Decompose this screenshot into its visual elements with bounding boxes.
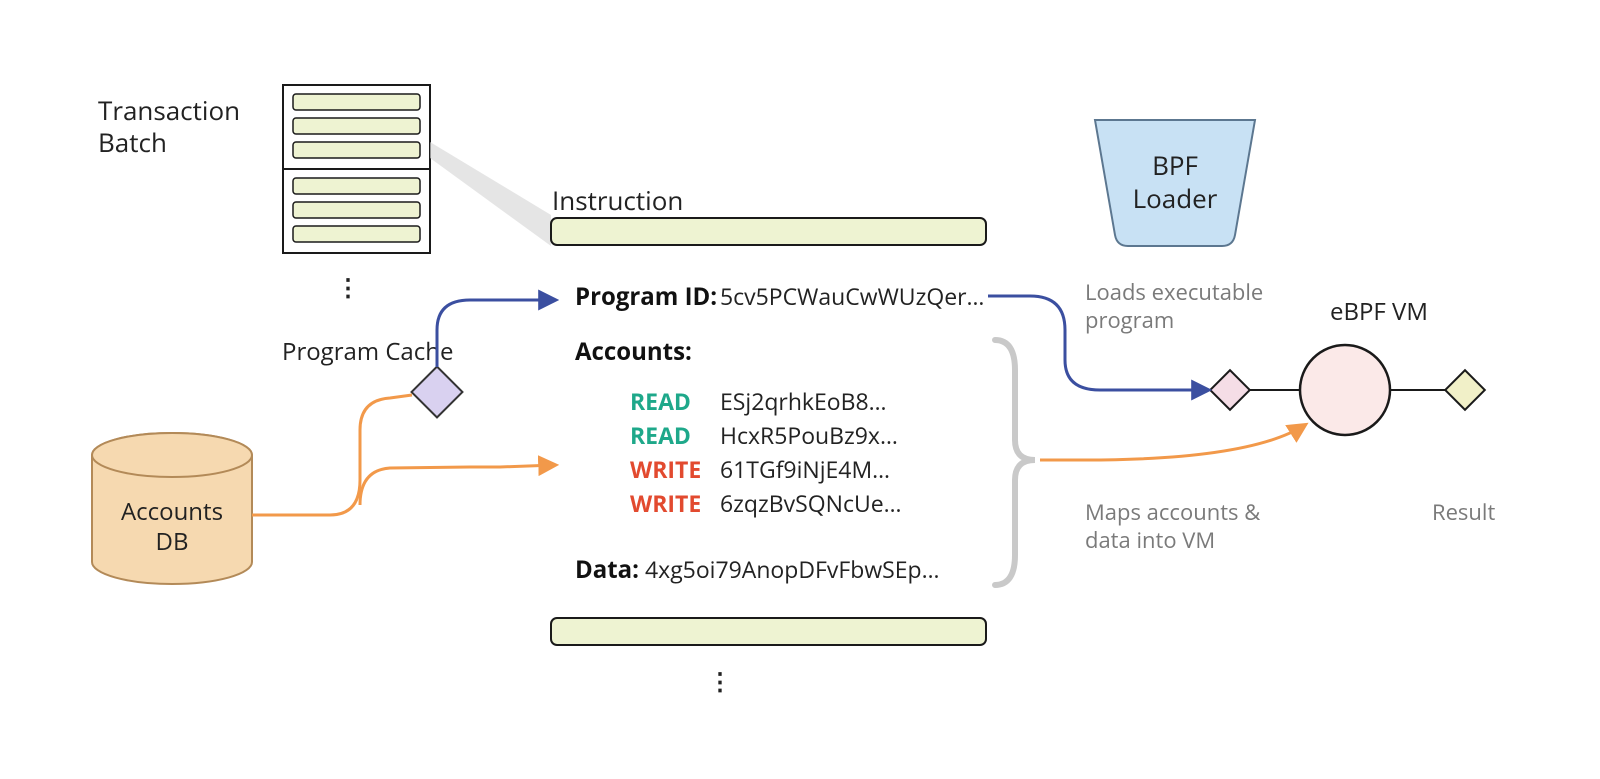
account-key: 61TGf9iNjE4M… — [720, 453, 890, 485]
brace-icon — [995, 340, 1035, 585]
vm-input-diamond — [1210, 370, 1250, 410]
account-mode: WRITE — [630, 487, 701, 519]
maps-label-2: data into VM — [1085, 525, 1215, 555]
account-mode: READ — [630, 419, 691, 451]
loads-exec-label-2: program — [1085, 305, 1174, 335]
maps-label: Maps accounts & — [1085, 497, 1260, 527]
data-value: 4xg5oi79AnopDFvFbwSEp… — [645, 553, 940, 585]
loads-exec-label: Loads executable — [1085, 277, 1263, 307]
result-diamond — [1445, 370, 1485, 410]
transaction-batch-stack — [283, 85, 430, 253]
program-cache-label: Program Cache — [282, 335, 453, 368]
account-key: HcxR5PouBz9x… — [720, 419, 898, 451]
ebpf-vm-circle — [1300, 345, 1390, 435]
ellipsis-icon: ⋮ — [336, 271, 360, 304]
account-key: 6zqzBvSQNcUe… — [720, 487, 902, 519]
instruction-bar-top — [551, 218, 986, 245]
ellipsis-icon: ⋮ — [708, 665, 732, 698]
accounts-list: READ ESj2qrhkEoB8… READ HcxR5PouBz9x… WR… — [630, 385, 902, 519]
arrow-db-to-cache — [252, 395, 412, 515]
accounts-label: Accounts: — [575, 335, 692, 368]
transaction-batch-label: Transaction Batch — [98, 92, 240, 160]
svg-text:Batch: Batch — [98, 124, 167, 160]
instruction-label: Instruction — [552, 182, 683, 218]
arrow-db-to-accounts — [360, 465, 555, 505]
instruction-bar-bottom — [551, 618, 986, 645]
arrow-cache-to-programid — [437, 300, 555, 367]
expand-fan — [430, 142, 551, 246]
svg-text:Loader: Loader — [1133, 180, 1218, 216]
program-id-value: 5cv5PCWauCwWUzQer… — [720, 280, 984, 312]
svg-text:DB: DB — [156, 525, 189, 558]
svg-text:BPF: BPF — [1152, 147, 1198, 183]
arrow-accounts-to-vm — [1040, 425, 1305, 460]
program-cache-diamond — [412, 367, 463, 418]
accounts-db: Accounts DB — [92, 433, 252, 584]
account-mode: WRITE — [630, 453, 701, 485]
result-label: Result — [1432, 497, 1495, 527]
svg-text:Accounts: Accounts — [121, 495, 223, 528]
ebpf-vm-label: eBPF VM — [1330, 295, 1428, 328]
bpf-loader: BPF Loader — [1095, 120, 1255, 246]
account-mode: READ — [630, 385, 691, 417]
svg-text:Transaction: Transaction — [98, 92, 240, 128]
account-key: ESj2qrhkEoB8… — [720, 385, 887, 417]
data-label: Data: — [575, 553, 639, 586]
program-id-label: Program ID: — [575, 280, 717, 313]
